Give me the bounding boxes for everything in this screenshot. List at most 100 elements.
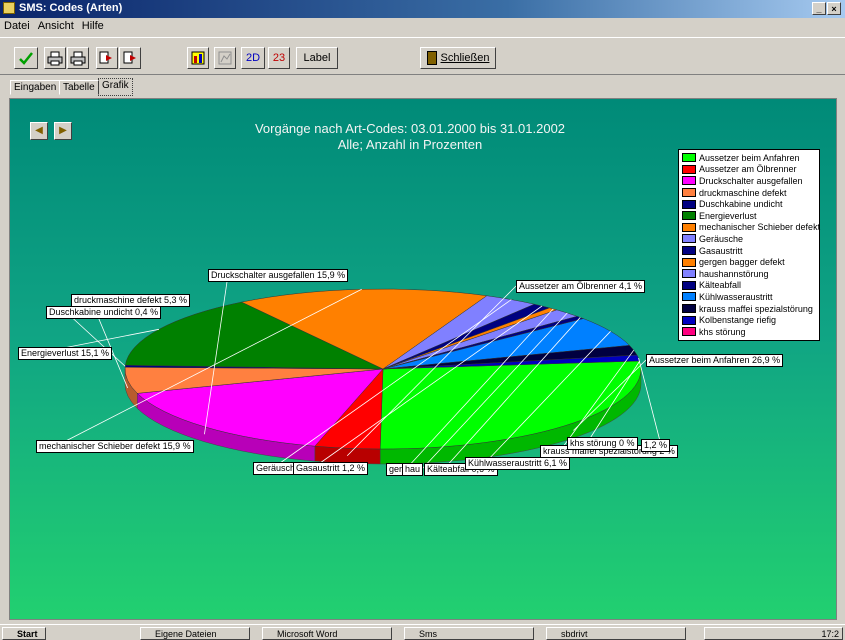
legend-label: Duschkabine undicht	[699, 199, 783, 210]
taskbar-item-sbdrivt[interactable]: sbdrivt	[546, 627, 686, 640]
legend-label: Kälteabfall	[699, 280, 742, 291]
data-label: Kühlwasseraustritt 6,1 %	[465, 457, 571, 470]
legend-item: druckmaschine defekt	[682, 187, 819, 199]
system-tray-clock: 17:2	[704, 627, 843, 640]
legend-swatch	[682, 315, 696, 325]
chart-panel: ◀ ▶ Vorgänge nach Art-Codes: 03.01.2000 …	[9, 98, 837, 620]
legend-item: mechanischer Schieber defekt	[682, 222, 821, 234]
start-button[interactable]: Start	[2, 627, 46, 640]
data-label: Energieverlust 15,1 %	[18, 347, 113, 360]
taskbar-item-eigene-dateien[interactable]: Eigene Dateien	[140, 627, 250, 640]
checkmark-icon	[19, 52, 33, 65]
legend-item: Aussetzer am Ölbrenner	[682, 164, 819, 176]
legend-label: Aussetzer beim Anfahren	[699, 152, 800, 163]
legend-label: Gasaustritt	[699, 245, 743, 256]
menu-ansicht[interactable]: Ansicht	[34, 18, 78, 32]
export-icon	[99, 51, 112, 64]
legend-label: Kolbenstange riefig	[699, 315, 777, 326]
chart-options-button[interactable]	[214, 47, 236, 69]
data-label: Druckschalter ausgefallen 15,9 %	[208, 269, 349, 282]
app-icon	[3, 2, 15, 14]
legend-item: Kühlwasseraustritt	[682, 291, 819, 303]
print-preview-button[interactable]	[67, 47, 89, 69]
legend-swatch	[682, 269, 696, 279]
legend-item: Kolbenstange riefig	[682, 314, 819, 326]
legend-swatch	[682, 164, 696, 174]
tab-eingaben[interactable]: Eingaben	[10, 80, 61, 95]
legend-item: Kälteabfall	[682, 280, 819, 292]
legend-label: druckmaschine defekt	[699, 187, 787, 198]
legend-swatch	[682, 280, 696, 290]
data-label: Aussetzer beim Anfahren 26,9 %	[646, 354, 784, 367]
confirm-button[interactable]	[14, 47, 38, 69]
legend-label: gergen bagger defekt	[699, 257, 785, 268]
data-label: khs störung 0 %	[567, 437, 638, 450]
close-button[interactable]: Schließen	[420, 47, 496, 69]
legend-label: krauss maffei spezialstörung	[699, 303, 813, 314]
taskbar-item-word[interactable]: Microsoft Word	[262, 627, 392, 640]
export-file-icon	[123, 51, 136, 64]
view-3d-button[interactable]: 23	[268, 47, 290, 69]
legend-item: gergen bagger defekt	[682, 256, 819, 268]
chart-disabled-icon	[218, 51, 232, 65]
legend-item: krauss maffei spezialstörung	[682, 303, 819, 315]
export-file-button[interactable]	[119, 47, 141, 69]
legend-item: Geräusche	[682, 233, 819, 245]
legend-item: Duschkabine undicht	[682, 198, 819, 210]
data-label: hau	[402, 463, 424, 476]
tab-grafik[interactable]: Grafik	[98, 78, 133, 96]
toolbar: 2D 23 Label Schließen	[0, 37, 845, 75]
data-label: Gasaustritt 1,2 %	[293, 462, 369, 475]
data-label: Aussetzer am Ölbrenner 4,1 %	[516, 280, 646, 293]
chart-legend: Aussetzer beim Anfahren Aussetzer am Ölbr…	[678, 149, 820, 341]
legend-swatch	[682, 327, 696, 337]
legend-swatch	[682, 234, 696, 244]
window-title: SMS: Codes (Arten)	[19, 2, 123, 14]
legend-item: khs störung	[682, 326, 819, 338]
close-window-button[interactable]: ×	[827, 2, 841, 15]
legend-label: Aussetzer am Ölbrenner	[699, 164, 797, 175]
view-2d-button[interactable]: 2D	[241, 47, 265, 69]
legend-item: Energieverlust	[682, 210, 819, 222]
bar-chart-icon	[191, 51, 205, 65]
menu-datei[interactable]: Datei	[0, 18, 34, 32]
legend-label: mechanischer Schieber defekt	[699, 222, 821, 233]
legend-label: Druckschalter ausgefallen	[699, 175, 803, 186]
legend-swatch	[682, 304, 696, 314]
close-button-label: Schließen	[440, 52, 490, 64]
legend-swatch	[682, 199, 696, 209]
legend-swatch	[682, 246, 696, 256]
data-label: 1,2 %	[641, 439, 671, 452]
legend-swatch	[682, 188, 696, 198]
print-button[interactable]	[44, 47, 66, 69]
taskbar-item-sms[interactable]: Sms	[404, 627, 534, 640]
legend-swatch	[682, 153, 696, 163]
printer-icon	[47, 51, 63, 66]
label-button[interactable]: Label	[296, 47, 338, 69]
taskbar: Start Eigene Dateien Microsoft Word Sms …	[0, 624, 845, 640]
tab-tabelle[interactable]: Tabelle	[59, 80, 99, 95]
data-label: Duschkabine undicht 0,4 %	[46, 306, 162, 319]
legend-swatch	[682, 176, 696, 186]
minimize-button[interactable]: _	[812, 2, 826, 15]
data-label: mechanischer Schieber defekt 15,9 %	[36, 440, 194, 453]
legend-label: Energieverlust	[699, 210, 757, 221]
chart-type-button[interactable]	[187, 47, 209, 69]
printer-setup-icon	[70, 51, 86, 66]
legend-label: haushannstörung	[699, 268, 769, 279]
label-leader-line	[638, 357, 662, 446]
legend-swatch	[682, 211, 696, 221]
menu-hilfe[interactable]: Hilfe	[78, 18, 108, 32]
door-icon	[426, 51, 437, 66]
legend-item: Aussetzer beim Anfahren	[682, 152, 819, 164]
legend-label: Kühlwasseraustritt	[699, 291, 773, 302]
legend-swatch	[682, 292, 696, 302]
menu-bar: Datei Ansicht Hilfe	[0, 18, 845, 36]
title-bar: SMS: Codes (Arten) _ ×	[0, 0, 845, 18]
export-button[interactable]	[96, 47, 118, 69]
legend-item: Druckschalter ausgefallen	[682, 175, 819, 187]
legend-label: Geräusche	[699, 233, 744, 244]
legend-label: khs störung	[699, 326, 746, 337]
legend-item: haushannstörung	[682, 268, 819, 280]
legend-swatch	[682, 257, 696, 267]
